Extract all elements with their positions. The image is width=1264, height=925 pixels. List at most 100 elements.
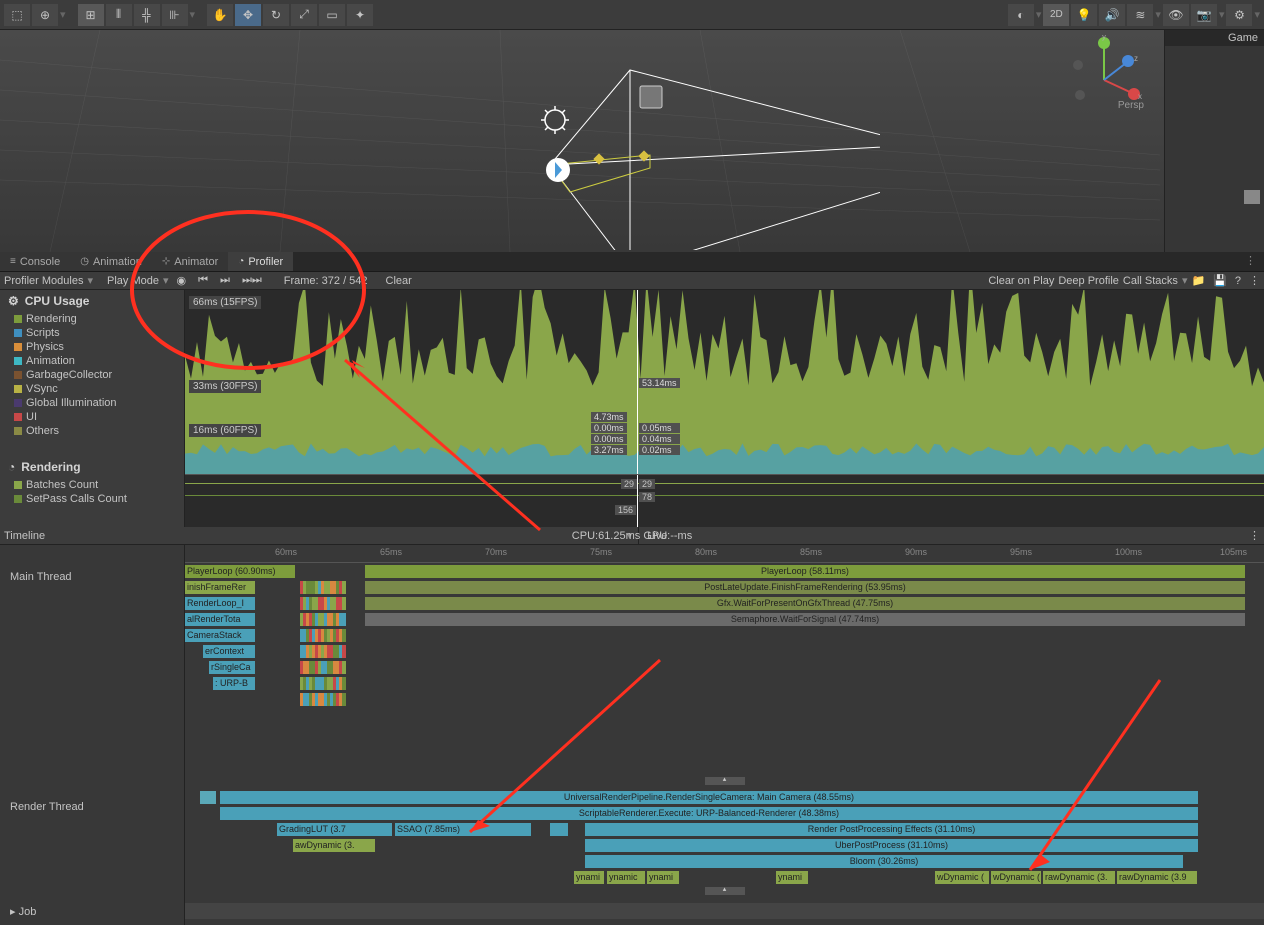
timeline-bar[interactable]: Gfx.WaitForPresentOnGfxThread (47.75ms) bbox=[365, 597, 1245, 610]
gizmo-toggle[interactable]: ⚙ bbox=[1226, 4, 1252, 26]
tab-animation[interactable]: ◷Animation bbox=[70, 252, 152, 271]
cpu-module-header[interactable]: ⚙CPU Usage bbox=[0, 290, 184, 312]
timeline-bar[interactable]: alRenderTota bbox=[185, 613, 255, 626]
move-tool[interactable]: ✥ bbox=[235, 4, 261, 26]
legend-item[interactable]: Others bbox=[0, 424, 184, 438]
save-icon[interactable]: 💾 bbox=[1213, 274, 1227, 287]
globe-tool[interactable]: ⊕ bbox=[32, 4, 58, 26]
render-chart[interactable]: 29 29 78 156 bbox=[185, 475, 1264, 527]
hidden-toggle[interactable]: 👁 bbox=[1163, 4, 1189, 26]
timeline-bar[interactable] bbox=[342, 613, 346, 626]
timeline-bar[interactable]: ynami bbox=[647, 871, 679, 884]
timeline-bar[interactable]: CameraStack bbox=[185, 629, 255, 642]
timeline-bar[interactable]: ynami bbox=[776, 871, 808, 884]
timeline-bar[interactable]: ynami bbox=[574, 871, 604, 884]
hand-tool[interactable]: ✋ bbox=[207, 4, 233, 26]
call-stacks-dropdown[interactable]: Call Stacks bbox=[1123, 275, 1178, 287]
timeline-bar[interactable] bbox=[550, 823, 568, 836]
timeline-bar[interactable]: UberPostProcess (31.10ms) bbox=[585, 839, 1198, 852]
legend-item[interactable]: Physics bbox=[0, 340, 184, 354]
open-icon[interactable]: 📁 bbox=[1191, 274, 1205, 287]
timeline-bar[interactable]: Semaphore.WaitForSignal (47.74ms) bbox=[365, 613, 1245, 626]
record-button[interactable]: ◉ bbox=[173, 274, 191, 287]
help-icon[interactable]: ? bbox=[1235, 275, 1241, 287]
timeline-mode[interactable]: Timeline bbox=[4, 530, 45, 542]
legend-item[interactable]: Scripts bbox=[0, 326, 184, 340]
transform-tool[interactable]: ✦ bbox=[347, 4, 373, 26]
timeline-bar[interactable]: inishFrameRer bbox=[185, 581, 255, 594]
timeline-bar[interactable]: erContext bbox=[203, 645, 255, 658]
prev-frame-button[interactable]: ⏮ bbox=[194, 274, 212, 287]
frame-pointer[interactable] bbox=[637, 475, 638, 527]
grid-tool-2[interactable]: ╬ bbox=[134, 4, 160, 26]
legend-item[interactable]: Global Illumination bbox=[0, 396, 184, 410]
tab-profiler[interactable]: ◔Profiler bbox=[228, 252, 293, 271]
last-frame-button[interactable]: ⏭⏭ bbox=[238, 274, 266, 287]
cpu-chart[interactable]: 66ms (15FPS) 33ms (30FPS) 16ms (60FPS) 4… bbox=[185, 290, 1264, 527]
play-mode-dropdown[interactable]: Play Mode bbox=[107, 275, 159, 287]
audio-toggle[interactable]: 🔊 bbox=[1099, 4, 1125, 26]
timeline-bar[interactable] bbox=[342, 645, 346, 658]
timeline-bar[interactable]: rawDynamic (3.9 bbox=[1117, 871, 1197, 884]
profiler-modules-dropdown[interactable]: Profiler Modules bbox=[4, 275, 83, 287]
scale-tool[interactable]: ⤢ bbox=[291, 4, 317, 26]
timeline-bar[interactable]: PlayerLoop (60.90ms) bbox=[185, 565, 295, 578]
render-module-header[interactable]: ◔Rendering bbox=[0, 456, 184, 478]
timeline-bar[interactable]: : URP-B bbox=[213, 677, 255, 690]
camera-icon[interactable]: 📷 bbox=[1191, 4, 1217, 26]
timeline-bar[interactable] bbox=[342, 693, 346, 706]
timeline-tracks[interactable]: 60ms65ms70ms75ms80ms85ms90ms95ms100ms105… bbox=[185, 545, 1264, 925]
shading-mode[interactable]: ◐ bbox=[1008, 4, 1034, 26]
tab-menu[interactable]: ⋮ bbox=[1237, 252, 1264, 271]
rotate-tool[interactable]: ↻ bbox=[263, 4, 289, 26]
2d-toggle[interactable]: 2D bbox=[1043, 4, 1069, 26]
timeline-bar[interactable]: rawDynamic (3. bbox=[1043, 871, 1115, 884]
scene-view[interactable]: y x z Persp Game bbox=[0, 30, 1264, 252]
menu-icon[interactable]: ⋮ bbox=[1249, 529, 1260, 542]
timeline-bar[interactable] bbox=[200, 791, 216, 804]
timeline-bar[interactable]: GradingLUT (3.7 bbox=[277, 823, 392, 836]
collapse-handle[interactable]: ▴ bbox=[705, 777, 745, 785]
ruler-tool[interactable]: ⊪ bbox=[162, 4, 188, 26]
timeline-bar[interactable]: PlayerLoop (58.11ms) bbox=[365, 565, 1245, 578]
legend-item[interactable]: Batches Count bbox=[0, 478, 184, 492]
rect-tool[interactable]: ⬚ bbox=[4, 4, 30, 26]
legend-item[interactable]: Rendering bbox=[0, 312, 184, 326]
clear-on-play-toggle[interactable]: Clear on Play bbox=[988, 275, 1054, 287]
timeline-bar[interactable]: UniversalRenderPipeline.RenderSingleCame… bbox=[220, 791, 1198, 804]
clear-button[interactable]: Clear bbox=[386, 275, 412, 287]
timeline-bar[interactable]: Bloom (30.26ms) bbox=[585, 855, 1183, 868]
timeline-bar[interactable]: RenderLoop_I bbox=[185, 597, 255, 610]
timeline-bar[interactable] bbox=[342, 581, 346, 594]
timeline-bar[interactable] bbox=[342, 597, 346, 610]
game-tab[interactable]: Game bbox=[1165, 30, 1264, 46]
deep-profile-toggle[interactable]: Deep Profile bbox=[1058, 275, 1119, 287]
tab-console[interactable]: ≡Console bbox=[0, 252, 70, 271]
timeline-bar[interactable]: ynamic bbox=[607, 871, 645, 884]
timeline-bar[interactable] bbox=[342, 629, 346, 642]
timeline-bar[interactable]: wDynamic ( bbox=[935, 871, 989, 884]
timeline-bar[interactable]: SSAO (7.85ms) bbox=[395, 823, 531, 836]
legend-item[interactable]: UI bbox=[0, 410, 184, 424]
fx-toggle[interactable]: ≋ bbox=[1127, 4, 1153, 26]
legend-item[interactable]: GarbageCollector bbox=[0, 368, 184, 382]
frame-pointer[interactable] bbox=[637, 290, 638, 474]
timeline-bar[interactable] bbox=[342, 661, 346, 674]
menu-icon[interactable]: ⋮ bbox=[1249, 274, 1260, 287]
legend-item[interactable]: SetPass Calls Count bbox=[0, 492, 184, 506]
timeline-bar[interactable] bbox=[342, 677, 346, 690]
timeline-bar[interactable]: rSingleCa bbox=[209, 661, 255, 674]
legend-item[interactable]: Animation bbox=[0, 354, 184, 368]
collapse-handle[interactable]: ▴ bbox=[705, 887, 745, 895]
timeline-bar[interactable]: PostLateUpdate.FinishFrameRendering (53.… bbox=[365, 581, 1245, 594]
light-toggle[interactable]: 💡 bbox=[1071, 4, 1097, 26]
timeline-bar[interactable]: wDynamic ( bbox=[991, 871, 1041, 884]
axis-gizmo[interactable]: y x z bbox=[1064, 35, 1144, 105]
snap-settings-tool[interactable]: ⫴ bbox=[106, 4, 132, 26]
projection-label[interactable]: Persp bbox=[1118, 100, 1144, 111]
timeline-bar[interactable]: ScriptableRenderer.Execute: URP-Balanced… bbox=[220, 807, 1198, 820]
grid-snap-tool[interactable]: ⊞ bbox=[78, 4, 104, 26]
next-frame-button[interactable]: ⏭ bbox=[216, 274, 234, 287]
rect-transform-tool[interactable]: ▭ bbox=[319, 4, 345, 26]
timeline-bar[interactable]: awDynamic (3. bbox=[293, 839, 375, 852]
